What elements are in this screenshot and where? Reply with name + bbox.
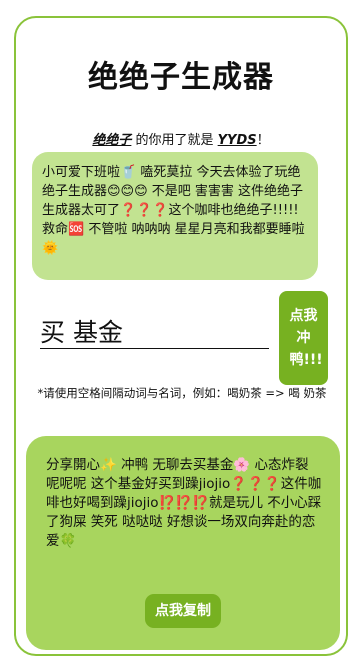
subtitle-mid: 的你用了就是	[131, 133, 218, 148]
intro-text: 小可爱下班啦🥤 嗑死莫拉 今天去体验了玩绝绝子生成器😊😊😊 不是吧 害害害 这件…	[42, 165, 305, 256]
intro-bubble: 小可爱下班啦🥤 嗑死莫拉 今天去体验了玩绝绝子生成器😊😊😊 不是吧 害害害 这件…	[32, 152, 318, 280]
subtitle-emphasis-1: 绝绝子	[92, 133, 132, 148]
subtitle-end: ！	[256, 133, 270, 148]
copy-button[interactable]: 点我复制	[145, 594, 221, 628]
result-text: 分享開心✨ 冲鸭 无聊去买基金🌸 心态炸裂 呢呢呢 这个基金好买到躁jiojio…	[46, 457, 322, 549]
usage-hint: *请使用空格间隔动词与名词，例如：喝奶茶 => 喝 奶茶	[37, 386, 327, 400]
subtitle: 绝绝子 的你用了就是 YYDS！	[16, 129, 346, 148]
keyword-input[interactable]	[40, 314, 269, 348]
result-bubble: 分享開心✨ 冲鸭 无聊去买基金🌸 心态炸裂 呢呢呢 这个基金好买到躁jiojio…	[26, 436, 340, 650]
generator-card: 绝绝子生成器 绝绝子 的你用了就是 YYDS！ 小可爱下班啦🥤 嗑死莫拉 今天去…	[14, 16, 348, 656]
keyword-input-wrapper	[40, 314, 269, 349]
generate-button[interactable]: 点我冲鸭!!!	[279, 291, 328, 385]
page-title: 绝绝子生成器	[88, 60, 274, 95]
subtitle-emphasis-2: YYDS	[217, 133, 257, 148]
generate-button-label: 点我冲鸭!!!	[289, 308, 323, 368]
